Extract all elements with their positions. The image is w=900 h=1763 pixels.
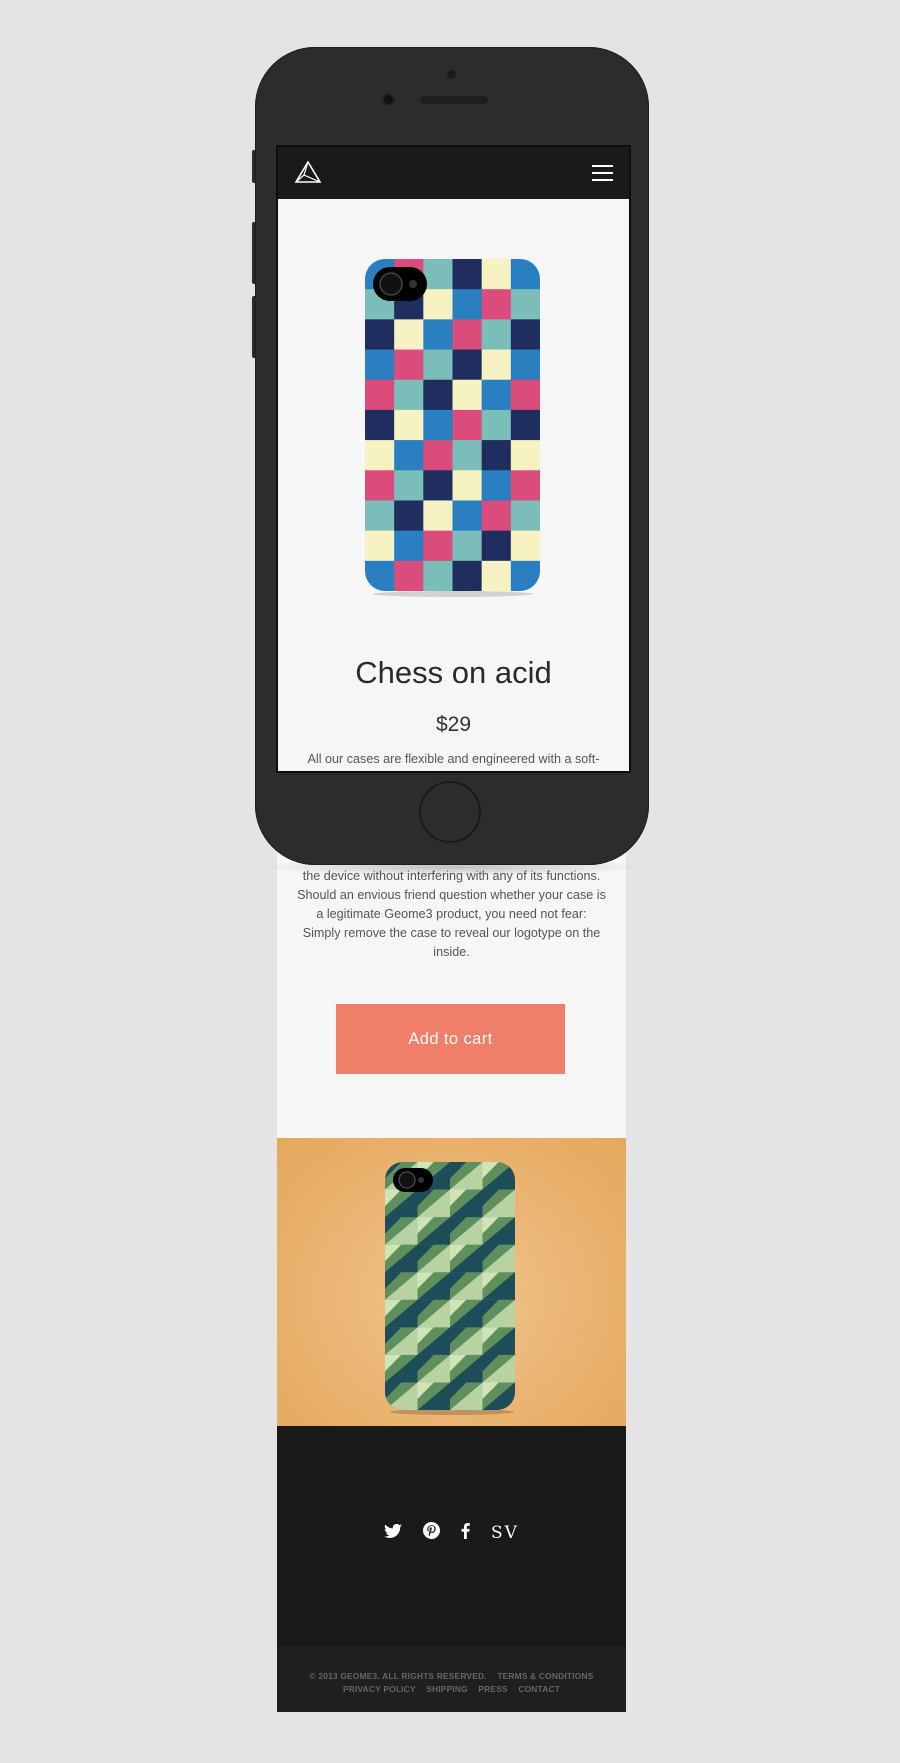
description-line: Should an envious friend question whethe… [297,888,606,902]
legal-footer: © 2013 GEOME3. ALL RIGHTS RESERVED. TERM… [277,1646,626,1712]
phone-speaker [420,96,488,104]
footer-link-shipping[interactable]: SHIPPING [426,1684,468,1694]
phone-screen: Chess on acid $29 All our cases are flex… [276,145,631,773]
social-links: SV [277,1522,626,1544]
description-line: inside. [433,945,470,959]
product-title: Chess on acid [355,655,552,690]
geome3-logo-icon[interactable] [295,161,321,183]
product-description: the device without interfering with any … [277,867,626,962]
footer: SV [277,1426,626,1646]
product-price: $29 [435,713,472,736]
copyright-text: © 2013 GEOME3. ALL RIGHTS RESERVED. [309,1671,487,1681]
footer-link-privacy[interactable]: PRIVACY POLICY [343,1684,416,1694]
related-product-banner[interactable] [277,1138,626,1426]
sv-link[interactable]: SV [491,1524,519,1542]
product-phone-case-image [365,259,540,597]
description-line: a legitimate Geome3 product, you need no… [316,907,587,921]
camera-icon [447,70,456,79]
footer-link-terms[interactable]: TERMS & CONDITIONS [497,1671,593,1681]
footer-link-press[interactable]: PRESS [478,1684,507,1694]
front-camera-icon [384,95,393,104]
top-navbar [278,147,629,199]
facebook-icon[interactable] [461,1522,470,1544]
hamburger-menu-icon[interactable] [592,165,613,181]
home-button[interactable] [419,781,481,843]
footer-link-contact[interactable]: CONTACT [518,1684,560,1694]
related-phone-case-image [385,1162,515,1415]
description-line: All our cases are flexible and engineere… [307,752,600,766]
description-line: Simply remove the case to reveal our log… [302,926,601,940]
add-to-cart-button[interactable]: Add to cart [336,1004,565,1074]
pinterest-icon[interactable] [423,1522,441,1544]
twitter-icon[interactable] [384,1523,403,1543]
